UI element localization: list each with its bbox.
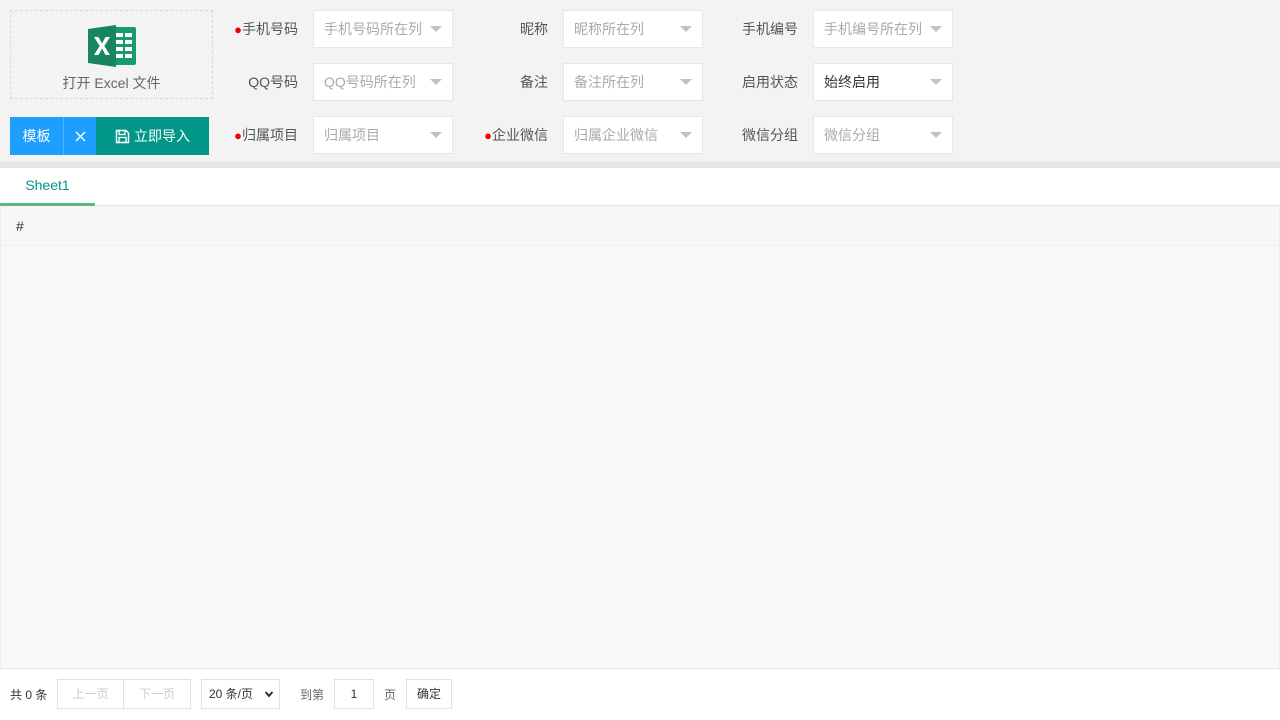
status-value: 始终启用 (824, 74, 880, 90)
caret-down-icon (430, 26, 442, 32)
next-page-button[interactable]: 下一页 (124, 679, 191, 709)
clear-button[interactable] (63, 117, 96, 155)
page-size-value: 20 条/页 (209, 687, 254, 701)
tab-sheet1[interactable]: Sheet1 (0, 168, 95, 206)
excel-icon (88, 25, 136, 67)
remark-column-placeholder: 备注所在列 (574, 74, 644, 90)
nickname-column-placeholder: 昵称所在列 (574, 21, 644, 37)
required-mark: ● (234, 128, 242, 143)
required-mark: ● (484, 128, 492, 143)
prev-page-button[interactable]: 上一页 (57, 679, 124, 709)
required-mark: ● (234, 22, 242, 37)
template-button[interactable]: 模板 (10, 117, 63, 155)
qq-column-select[interactable]: QQ号码所在列 (313, 63, 453, 101)
phone-no-column-placeholder: 手机编号所在列 (824, 21, 922, 37)
caret-down-icon (930, 79, 942, 85)
wecom-label: ●企业微信 (484, 127, 548, 143)
wechat-group-placeholder: 微信分组 (824, 127, 880, 143)
caret-down-icon (430, 79, 442, 85)
import-now-button[interactable]: 立即导入 (96, 117, 209, 155)
phone-no-label: 手机编号 (742, 21, 798, 37)
sheet-tabs: Sheet1 (0, 168, 1280, 206)
phone-column-placeholder: 手机号码所在列 (324, 21, 422, 37)
nickname-label: 昵称 (520, 21, 548, 37)
phone-no-column-select[interactable]: 手机编号所在列 (813, 10, 953, 48)
nickname-column-select[interactable]: 昵称所在列 (563, 10, 703, 48)
goto-confirm-button[interactable]: 确定 (406, 679, 452, 709)
total-count: 共 0 条 (10, 688, 48, 702)
chevron-down-icon (265, 691, 273, 698)
close-icon (75, 131, 85, 141)
qq-column-placeholder: QQ号码所在列 (324, 74, 416, 90)
phone-column-select[interactable]: 手机号码所在列 (313, 10, 453, 48)
page-number-input[interactable]: 1 (334, 679, 374, 709)
wecom-select[interactable]: 归属企业微信 (563, 116, 703, 154)
page-suffix-label: 页 (384, 688, 397, 702)
import-now-label: 立即导入 (134, 128, 190, 144)
open-excel-dropzone[interactable]: 打开 Excel 文件 (10, 10, 213, 99)
caret-down-icon (680, 26, 692, 32)
remark-label: 备注 (520, 74, 548, 90)
import-toolbar: 打开 Excel 文件 模板 立即导入 ●手机号码 手机号码所在列 昵称 昵称所… (0, 0, 1280, 162)
open-excel-label: 打开 Excel 文件 (62, 75, 161, 91)
goto-label: 到第 (300, 688, 325, 702)
data-grid: # (0, 206, 1280, 668)
caret-down-icon (680, 79, 692, 85)
project-label: ●归属项目 (234, 127, 298, 143)
caret-down-icon (930, 26, 942, 32)
remark-column-select[interactable]: 备注所在列 (563, 63, 703, 101)
page-size-select[interactable]: 20 条/页 (201, 679, 280, 709)
status-label: 启用状态 (742, 74, 798, 90)
caret-down-icon (680, 132, 692, 138)
phone-label: ●手机号码 (234, 21, 298, 37)
caret-down-icon (430, 132, 442, 138)
status-select[interactable]: 始终启用 (813, 63, 953, 101)
qq-label: QQ号码 (248, 74, 298, 90)
grid-header-index: # (16, 218, 24, 234)
project-placeholder: 归属项目 (324, 127, 380, 143)
grid-header: # (1, 206, 1279, 246)
wechat-group-select[interactable]: 微信分组 (813, 116, 953, 154)
caret-down-icon (930, 132, 942, 138)
pagination: 共 0 条 上一页 下一页 20 条/页 到第 1 页 确定 (0, 668, 1280, 720)
wecom-placeholder: 归属企业微信 (574, 127, 658, 143)
project-select[interactable]: 归属项目 (313, 116, 453, 154)
save-icon (115, 129, 130, 143)
wechat-group-label: 微信分组 (742, 127, 798, 143)
